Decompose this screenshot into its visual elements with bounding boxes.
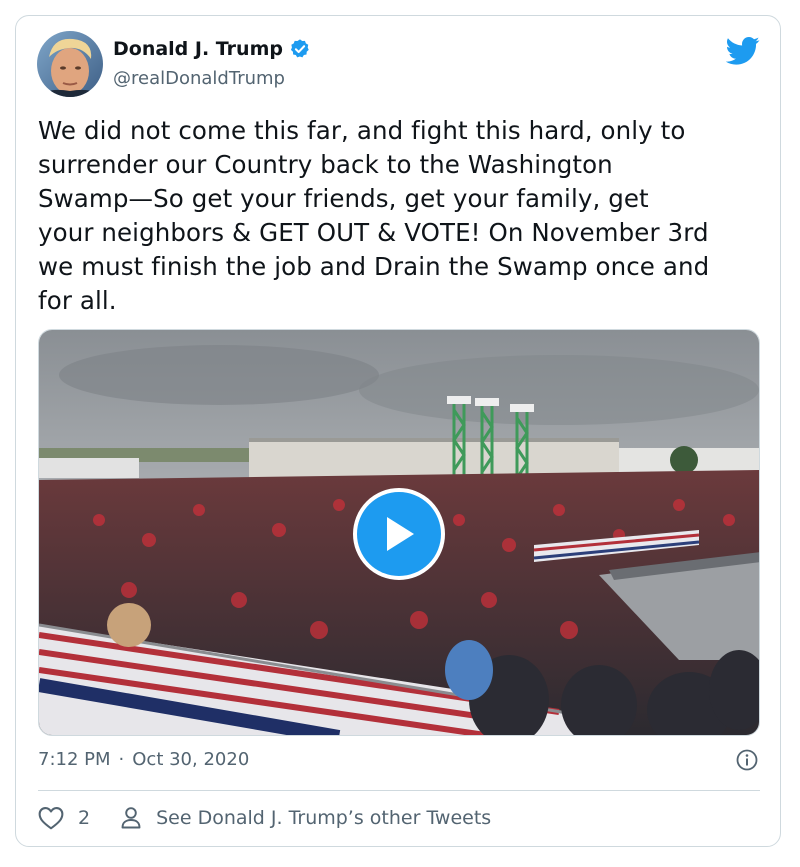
tweet-date[interactable]: Oct 30, 2020: [132, 749, 249, 770]
video-player[interactable]: [38, 329, 760, 736]
twitter-bird-icon[interactable]: [725, 36, 760, 66]
timestamp-separator: ·: [118, 749, 125, 770]
play-button[interactable]: [353, 488, 445, 580]
avatar-image: [37, 31, 103, 97]
info-icon[interactable]: [736, 749, 758, 771]
heart-icon: [38, 807, 64, 830]
see-other-tweets-link[interactable]: See Donald J. Trump’s other Tweets: [120, 806, 491, 830]
avatar[interactable]: [37, 31, 103, 97]
see-other-tweets-label[interactable]: See Donald J. Trump’s other Tweets: [156, 807, 491, 829]
author-name[interactable]: Donald J. Trump: [113, 38, 283, 60]
divider: [38, 790, 760, 791]
tweet-text: We did not come this far, and fight this…: [38, 116, 710, 315]
verified-badge-icon: [289, 38, 311, 60]
play-icon: [387, 517, 414, 551]
person-icon: [121, 807, 141, 829]
tweet-time[interactable]: 7:12 PM: [38, 749, 111, 770]
author-name-row: Donald J. Trump: [113, 38, 311, 60]
tweet-card: Donald J. Trump @realDonaldTrump We did …: [15, 15, 781, 847]
tweet-actions: 2 See Donald J. Trump’s other Tweets: [38, 806, 491, 830]
like-button[interactable]: 2: [38, 806, 90, 830]
tweet-timestamp[interactable]: 7:12 PM · Oct 30, 2020: [38, 749, 249, 770]
like-count: 2: [78, 807, 91, 829]
author-handle[interactable]: @realDonaldTrump: [113, 68, 285, 89]
